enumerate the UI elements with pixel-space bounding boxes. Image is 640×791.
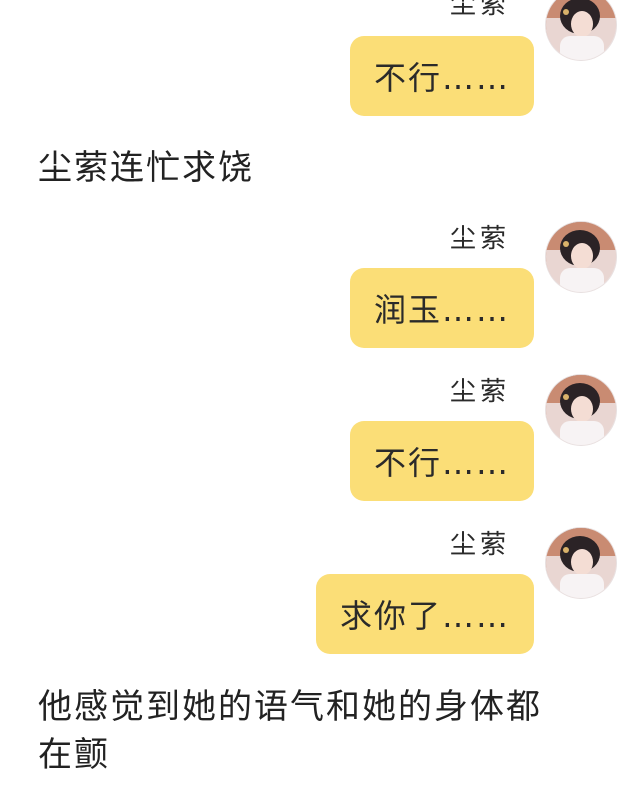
- avatar[interactable]: [546, 222, 616, 292]
- avatar-portrait-icon: [546, 222, 616, 292]
- narration-text: 尘萦连忙求饶: [38, 148, 254, 188]
- message-bubble[interactable]: 不行……: [349, 36, 534, 116]
- message-bubble[interactable]: 求你了……: [315, 574, 534, 654]
- narration-text: 他感觉到她的语气和她的身体都 在颤: [38, 684, 542, 778]
- message-bubble[interactable]: 不行……: [349, 421, 534, 501]
- sender-name: 尘萦: [449, 530, 510, 560]
- chat-message: 尘萦 不行……: [0, 0, 616, 116]
- avatar-portrait-icon: [546, 528, 616, 598]
- message-bubble[interactable]: 润玉……: [349, 268, 534, 348]
- chat-message: 尘萦 不行……: [0, 375, 616, 501]
- chat-message: 尘萦 润玉……: [0, 222, 616, 348]
- chat-message: 尘萦 求你了……: [0, 528, 616, 654]
- avatar-portrait-icon: [546, 0, 616, 60]
- sender-name: 尘萦: [449, 377, 510, 407]
- sender-name: 尘萦: [449, 224, 510, 254]
- avatar[interactable]: [546, 375, 616, 445]
- narration-line: 在颤: [38, 735, 110, 775]
- avatar[interactable]: [546, 528, 616, 598]
- avatar-portrait-icon: [546, 375, 616, 445]
- narration-line: 他感觉到她的语气和她的身体都: [38, 687, 542, 727]
- sender-name: 尘萦: [449, 0, 510, 20]
- avatar[interactable]: [546, 0, 616, 60]
